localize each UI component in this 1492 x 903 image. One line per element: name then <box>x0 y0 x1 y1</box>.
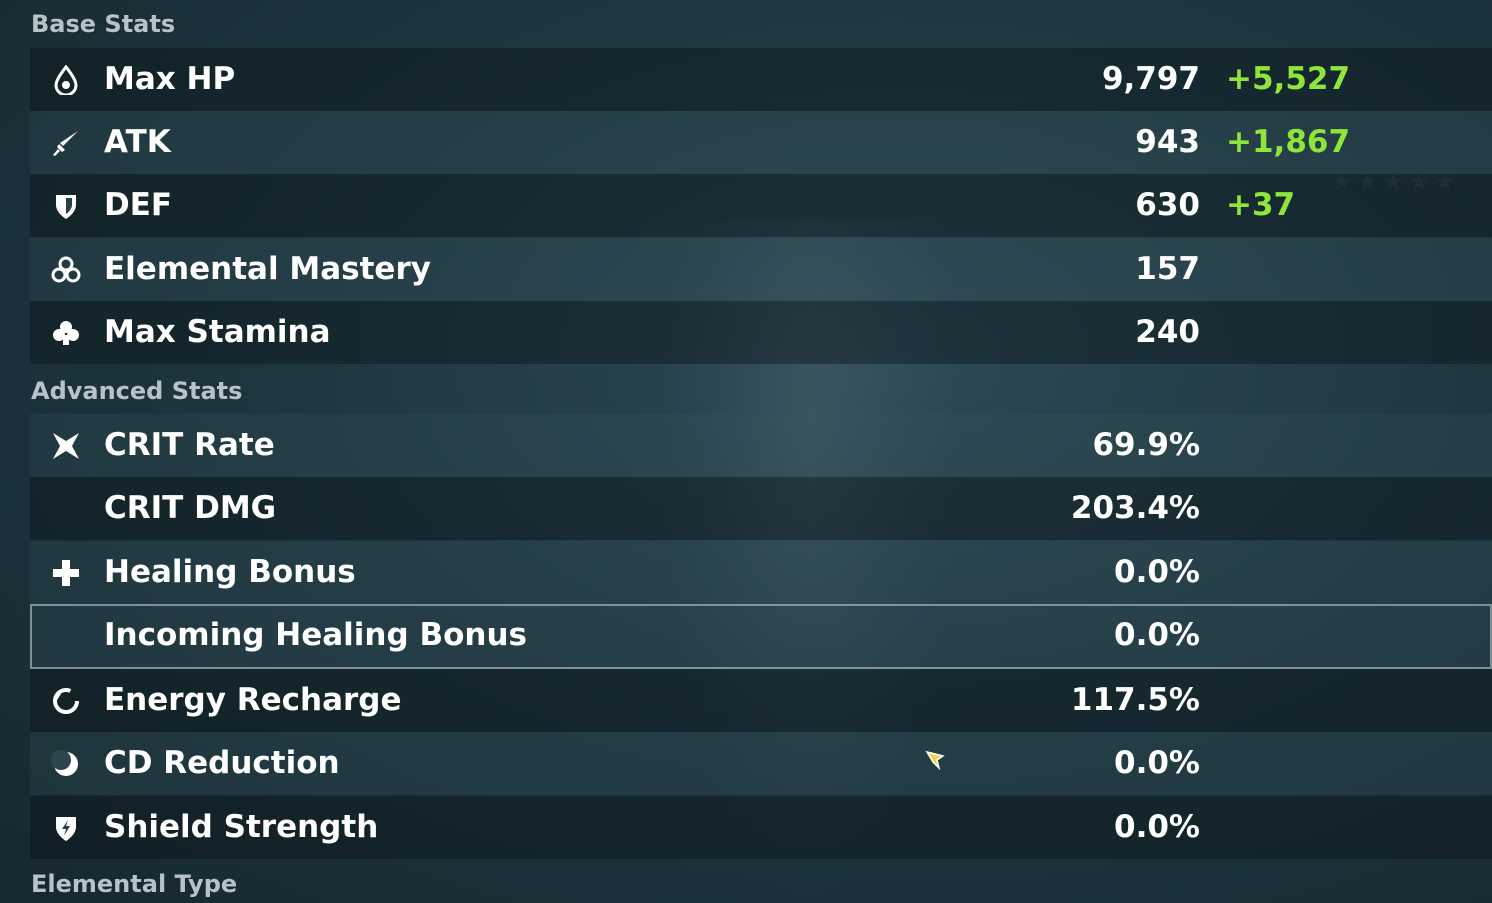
shield-strength-icon <box>50 812 82 844</box>
stat-label: Shield Strength <box>104 809 379 845</box>
stat-row-atk[interactable]: ATK 943 +1,867 <box>30 111 1492 174</box>
stat-label: CRIT Rate <box>104 427 275 463</box>
sword-icon <box>50 127 82 159</box>
section-title-elemental-type: Elemental Type <box>31 870 238 898</box>
stat-row-energy-recharge[interactable]: Energy Recharge 117.5% <box>30 669 1492 732</box>
stat-value: 203.4% <box>1070 490 1200 526</box>
stat-label: Healing Bonus <box>104 554 356 590</box>
stat-row-max-hp[interactable]: Max HP 9,797 +5,527 <box>30 48 1492 111</box>
stat-label: Max Stamina <box>104 314 331 350</box>
stat-value: 117.5% <box>1070 682 1200 718</box>
stat-bonus: +5,527 <box>1226 61 1351 97</box>
shield-icon <box>50 190 82 222</box>
cursor-icon <box>925 750 945 771</box>
stat-row-crit-rate[interactable]: CRIT Rate 69.9% <box>30 414 1492 477</box>
stat-value: 0.0% <box>1114 809 1200 845</box>
stat-value: 157 <box>1135 251 1200 287</box>
stat-label: CD Reduction <box>104 745 340 781</box>
stat-row-elemental-mastery[interactable]: Elemental Mastery 157 <box>30 238 1492 301</box>
stat-value: 69.9% <box>1092 427 1200 463</box>
stat-label: Max HP <box>104 61 236 97</box>
stat-label: Elemental Mastery <box>104 251 431 287</box>
stat-row-cd-reduction[interactable]: CD Reduction 0.0% <box>30 732 1492 795</box>
crit-rate-icon <box>50 430 82 462</box>
stat-row-incoming-healing-bonus[interactable]: Incoming Healing Bonus 0.0% <box>30 604 1492 669</box>
stamina-icon <box>50 317 82 349</box>
healing-cross-icon <box>50 557 82 589</box>
stat-label: Energy Recharge <box>104 682 402 718</box>
stat-value: 0.0% <box>1114 617 1200 653</box>
stat-row-crit-dmg[interactable]: CRIT DMG 203.4% <box>30 477 1492 540</box>
stat-row-max-stamina[interactable]: Max Stamina 240 <box>30 301 1492 364</box>
stat-value: 0.0% <box>1114 554 1200 590</box>
stat-label: DEF <box>104 187 173 223</box>
stat-value: 630 <box>1135 187 1200 223</box>
stat-label: ATK <box>104 124 171 160</box>
stat-bonus: +37 <box>1226 187 1296 223</box>
stat-row-def[interactable]: DEF 630 +37 <box>30 174 1492 237</box>
stat-label: CRIT DMG <box>104 490 277 526</box>
section-title-advanced-stats: Advanced Stats <box>31 377 243 405</box>
stat-value: 9,797 <box>1101 61 1200 97</box>
mastery-icon <box>50 254 82 286</box>
cd-reduction-icon <box>50 748 82 780</box>
stat-value: 0.0% <box>1114 745 1200 781</box>
stat-bonus: +1,867 <box>1226 124 1351 160</box>
stat-row-shield-strength[interactable]: Shield Strength 0.0% <box>30 796 1492 859</box>
hp-drop-icon <box>50 64 82 96</box>
energy-recharge-icon <box>50 685 82 717</box>
section-title-base-stats: Base Stats <box>31 10 176 38</box>
stat-value: 943 <box>1135 124 1200 160</box>
stat-value: 240 <box>1135 314 1200 350</box>
stat-row-healing-bonus[interactable]: Healing Bonus 0.0% <box>30 541 1492 604</box>
stat-label: Incoming Healing Bonus <box>104 617 527 653</box>
